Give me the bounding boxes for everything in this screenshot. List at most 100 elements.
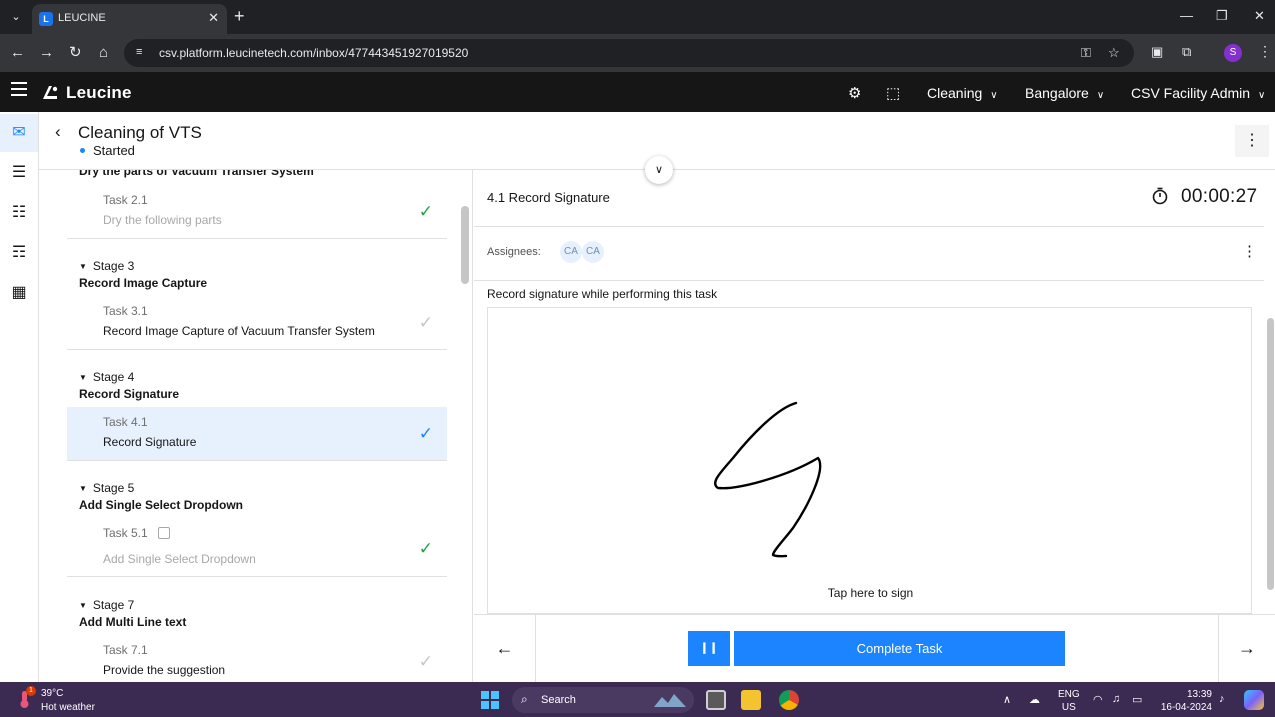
task-title: 4.1 Record Signature [487,190,610,205]
app-header: Leucine ⚙ ⬚ Cleaning ∨ Bangalore ∨ CSV Fac… [0,72,1275,112]
stage-list-scrollbar[interactable] [461,206,469,284]
checklist-icon[interactable]: ☰ [0,154,38,192]
task-4-1[interactable]: Task 4.1 Record Signature ✓ [67,407,447,461]
search-highlight-image-icon [654,694,686,707]
previous-task-arrow-icon[interactable]: ← [474,615,536,682]
scan-qr-icon[interactable]: ⬚ [886,84,900,102]
taskbar-search[interactable]: ⌕ Search [512,687,694,713]
task-5-1[interactable]: Task 5.1 Add Single Select Dropdown ✓ [67,513,447,577]
stage-label-text: Stage 4 [92,370,135,384]
back-icon[interactable]: ← [10,44,25,62]
settings-gear-icon[interactable]: ⚙ [848,84,861,102]
browser-tab[interactable]: L LEUCINE ✕ [32,4,227,34]
task-footer: ← ❙❙ Complete Task → [474,614,1275,682]
reload-icon[interactable]: ↻ [69,44,82,62]
facility-dropdown[interactable]: Bangalore ∨ [1025,85,1104,101]
copilot-icon[interactable] [1244,690,1264,710]
url-text[interactable]: csv.platform.leucinetech.com/inbox/47744… [159,46,468,60]
status-dot [80,148,85,154]
signature-pad[interactable]: Tap here to sign [487,307,1252,614]
bookmark-star-icon[interactable]: ☆ [1108,45,1120,61]
task-view-icon[interactable] [706,690,726,710]
volume-icon[interactable]: ♫ [1112,693,1120,705]
system-clock[interactable]: 13:39 16-04-2024 [1160,688,1212,714]
input-language[interactable]: ENG US [1058,688,1080,714]
task-7-1[interactable]: Task 7.1 Provide the suggestion ✓ [67,630,447,682]
task-2-1[interactable]: Task 2.1 Dry the following parts ✓ [67,180,447,239]
home-icon[interactable]: ⌂ [99,44,108,62]
stage-5-label[interactable]: ▼ Stage 5 [79,481,134,495]
close-tab-icon[interactable]: ✕ [208,10,219,26]
minimize-icon[interactable]: — [1180,8,1193,23]
checkmark-icon: ✓ [418,313,433,332]
clock-time: 13:39 [1186,689,1212,700]
stopwatch-icon [1152,187,1168,205]
show-hidden-icons-chevron-icon[interactable]: ∧ [1003,693,1011,706]
role-dropdown[interactable]: CSV Facility Admin ∨ [1131,85,1265,101]
weather-alert-badge: 1 [26,686,36,696]
search-placeholder: Search [541,694,576,706]
complete-task-button[interactable]: Complete Task [734,631,1065,666]
task-panel-scrollbar[interactable] [1267,318,1274,590]
maximize-icon[interactable]: ❐ [1216,8,1228,24]
wifi-icon[interactable]: ◠ [1093,693,1103,706]
camera-extension-icon[interactable]: ▣ [1151,44,1163,60]
chrome-taskbar-icon[interactable] [779,690,799,710]
task-3-1[interactable]: Task 3.1 Record Image Capture of Vacuum … [67,291,447,350]
os-taskbar: 1 39°C Hot weather ⌕ Search ∧ ☁ ENG US ◠ … [0,682,1275,717]
profile-avatar[interactable]: S [1224,44,1242,62]
status-badge: Started [78,143,135,158]
next-task-arrow-icon[interactable]: → [1218,615,1275,682]
brand-name: Leucine [66,83,132,102]
stage-4-label[interactable]: ▼ Stage 4 [79,370,134,384]
back-arrow-icon[interactable]: ‹ [55,122,61,142]
assignee-avatar[interactable]: CA [560,241,582,263]
stage-3-label[interactable]: ▼ Stage 3 [79,259,134,273]
stage-label-text: Stage 7 [92,598,135,612]
nav-rail: ✉ ☰ ☷ ☶ ▦ [0,112,39,682]
collapse-header-chevron-icon[interactable]: ∨ [645,156,673,184]
assignee-avatar[interactable]: CA [582,241,604,263]
onedrive-cloud-icon[interactable]: ☁ [1029,693,1040,706]
browser-menu-icon[interactable]: ⋮ [1258,43,1272,60]
status-text: Started [93,143,135,158]
weather-description: Hot weather [41,702,95,713]
stage-list: Dry the parts of Vacuum Transfer System … [39,170,473,682]
use-case-dropdown[interactable]: Cleaning ∨ [927,85,998,101]
caret-down-icon: ▼ [79,601,87,610]
tab-search-chevron-icon[interactable]: ⌄ [6,7,26,27]
hamburger-menu-icon[interactable] [11,82,27,96]
use-case-label: Cleaning [927,85,983,101]
caret-down-icon: ▼ [79,373,87,382]
calendar-icon [157,527,170,539]
leucine-logo-icon [43,86,58,99]
caret-down-icon: ▼ [79,262,87,271]
checkmark-icon: ✓ [418,202,433,221]
inbox-icon[interactable]: ✉ [0,114,38,152]
page-more-options-icon[interactable]: ⋮ [1235,125,1269,157]
browser-toolbar: ← → ↻ ⌂ ≡ csv.platform.leucinetech.com/i… [0,34,1275,72]
pause-button[interactable]: ❙❙ [688,631,730,666]
hierarchy-icon[interactable]: ☷ [0,194,38,232]
close-window-icon[interactable]: ✕ [1254,8,1265,24]
forward-icon[interactable]: → [39,44,54,62]
file-explorer-icon[interactable] [741,690,761,710]
new-tab-icon[interactable]: + [234,6,245,27]
notification-bell-icon[interactable]: ♪ [1219,693,1225,705]
checkmark-icon: ✓ [418,652,433,671]
stage-7-label[interactable]: ▼ Stage 7 [79,598,134,612]
task-more-options-icon[interactable]: ⋮ [1242,242,1257,260]
org-tree-icon[interactable]: ☶ [0,234,38,272]
battery-icon[interactable]: ▭ [1132,693,1142,706]
pause-icon: ❙❙ [699,642,719,654]
address-bar[interactable]: ≡ csv.platform.leucinetech.com/inbox/477… [124,39,1134,67]
assignees-label: Assignees: [487,246,541,258]
windows-start-icon[interactable] [481,691,499,709]
stage-label-text: Stage 3 [92,259,135,273]
extensions-puzzle-icon[interactable]: ⧉ [1182,44,1191,60]
password-key-icon[interactable]: ⚿ [1081,45,1091,61]
task-number: Task 5.1 [103,526,170,540]
calculator-icon[interactable]: ▦ [0,274,38,312]
task-instruction: Record signature while performing this t… [487,287,718,301]
site-settings-icon[interactable]: ≡ [136,46,150,60]
